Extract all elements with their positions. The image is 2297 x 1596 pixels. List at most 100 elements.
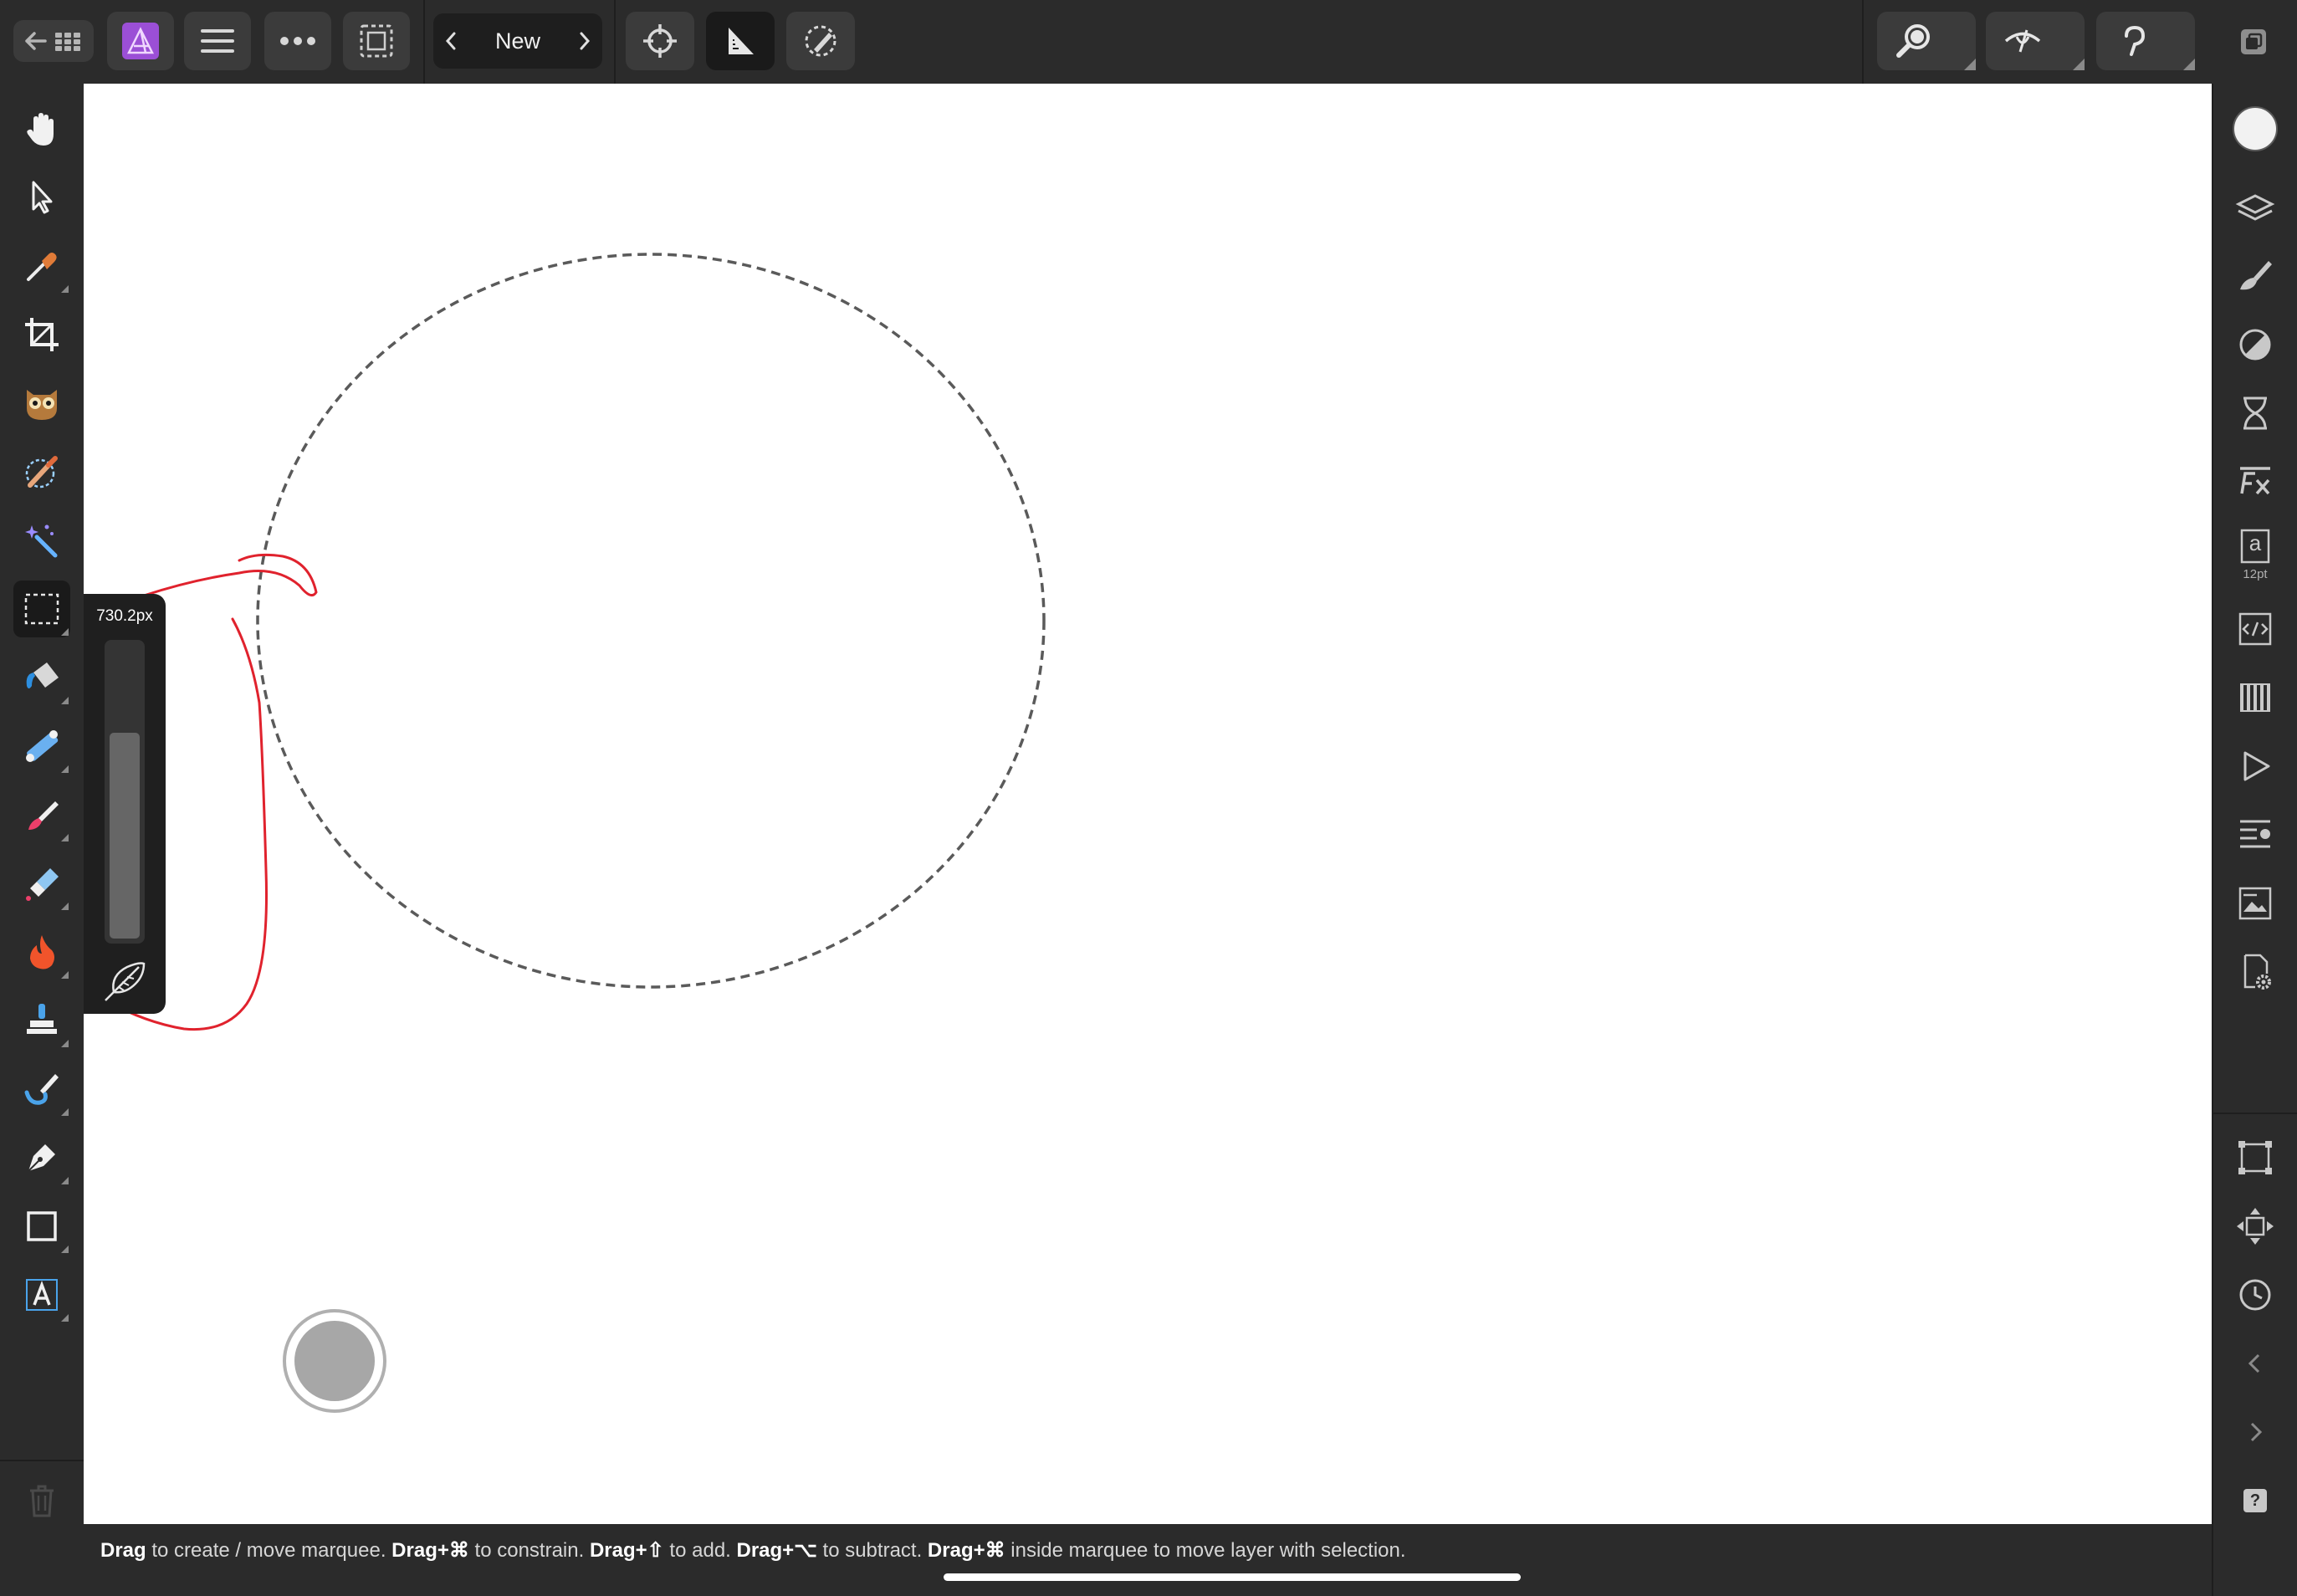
flood-fill-tool[interactable]: [13, 649, 70, 706]
back-grid-icon: [25, 32, 80, 51]
snippets-panel-button[interactable]: [2232, 606, 2279, 652]
flame-icon: [30, 935, 54, 969]
history-clock-button[interactable]: [2232, 1271, 2279, 1318]
hand-icon: [27, 113, 54, 146]
image-stack-icon: [2238, 887, 2272, 920]
channels-panel-button[interactable]: [2232, 674, 2279, 721]
modifier-button-knob: [294, 1321, 375, 1401]
navigator-button[interactable]: [2232, 1203, 2279, 1250]
mask-brush-icon: [805, 25, 836, 57]
text-size-label: 12pt: [2243, 567, 2268, 581]
fx-panel-button[interactable]: [2232, 458, 2279, 505]
quick-mask-button[interactable]: [786, 12, 855, 70]
smudge-tool[interactable]: [13, 1061, 70, 1118]
snapping-button[interactable]: [626, 12, 694, 70]
zoom-button[interactable]: [1877, 12, 1976, 70]
document-canvas[interactable]: [84, 84, 2212, 1524]
persona-button[interactable]: [107, 12, 174, 70]
rectangle-tool[interactable]: [13, 1198, 70, 1255]
marquee-tool[interactable]: [13, 581, 70, 637]
selection-mode-button[interactable]: [343, 12, 410, 70]
view-mode-button[interactable]: [1986, 12, 2085, 70]
ellipsis-icon: [280, 37, 315, 45]
status-key: Drag+⇧: [589, 1539, 664, 1562]
channels-icon: [2240, 683, 2270, 712]
help-button[interactable]: ?: [2232, 1477, 2279, 1524]
back-to-documents-button[interactable]: [13, 20, 94, 62]
paintbrush-icon: [28, 801, 59, 830]
magic-wand-tool[interactable]: [13, 512, 70, 569]
chevron-left-icon[interactable]: [445, 32, 457, 50]
paint-brush-tool[interactable]: [13, 786, 70, 843]
eye-icon: [2004, 29, 2041, 53]
styles-panel-button[interactable]: [2232, 811, 2279, 858]
burn-tool[interactable]: [13, 923, 70, 980]
document-navigator: New: [433, 13, 602, 69]
help-glyph: ?: [2249, 1491, 2261, 1510]
tools-divider: [0, 1460, 84, 1461]
owl-icon: [27, 390, 57, 420]
brushes-panel-button[interactable]: [2232, 253, 2279, 299]
previous-button[interactable]: [2232, 1340, 2279, 1387]
layers-panel-button[interactable]: [2232, 184, 2279, 231]
color-well[interactable]: [2232, 105, 2279, 152]
chevron-right-icon: [2250, 1422, 2263, 1442]
feather-popup: 730.2px: [84, 594, 166, 1014]
color-picker-tool[interactable]: [13, 238, 70, 294]
status-key: Drag+⌥: [736, 1539, 817, 1562]
feather-icon: [105, 962, 146, 1001]
magnifier-icon: [1896, 24, 1930, 58]
home-indicator[interactable]: [944, 1573, 1521, 1581]
crop-icon: [25, 318, 59, 351]
adjustments-panel-button[interactable]: [2232, 321, 2279, 368]
window-icon: [2241, 29, 2266, 54]
history-panel-button[interactable]: [2232, 390, 2279, 437]
delete-button[interactable]: [13, 1472, 70, 1529]
clock-icon: [2239, 1279, 2271, 1311]
next-button[interactable]: [2232, 1409, 2279, 1455]
status-text: to constrain.: [468, 1539, 590, 1562]
more-menu-button[interactable]: [264, 12, 331, 70]
paint-bucket-icon: [26, 662, 59, 688]
crosshair-icon: [643, 24, 677, 58]
top-toolbar: New: [0, 0, 2297, 84]
artistic-text-tool[interactable]: [13, 1266, 70, 1323]
chevron-right-icon[interactable]: [579, 32, 591, 50]
text-styles-button[interactable]: a 12pt: [2232, 527, 2279, 586]
undo-redo-button[interactable]: [2096, 12, 2195, 70]
macros-panel-button[interactable]: [2232, 743, 2279, 790]
status-key: Drag+⌘: [391, 1539, 469, 1562]
clone-tool[interactable]: [13, 992, 70, 1049]
fullscreen-button[interactable]: [2238, 27, 2269, 57]
chevron-left-icon: [2248, 1353, 2260, 1373]
fx-icon: [2240, 467, 2270, 495]
smudge-brush-icon: [24, 1074, 59, 1105]
pen-tool[interactable]: [13, 1129, 70, 1186]
modifier-button[interactable]: [283, 1309, 386, 1413]
selection-brush-tool[interactable]: [13, 443, 70, 500]
crop-tool[interactable]: [13, 306, 70, 363]
stamp-icon: [27, 1004, 57, 1034]
feather-slider-fill: [110, 733, 140, 939]
pen-nib-icon: [28, 1144, 55, 1172]
marquee-selection[interactable]: [256, 253, 1046, 989]
layers-icon: [2235, 194, 2275, 221]
transform-panel-button[interactable]: [2232, 1134, 2279, 1181]
stock-panel-button[interactable]: [2232, 880, 2279, 927]
view-tool[interactable]: [13, 100, 70, 157]
move-tool[interactable]: [13, 169, 70, 226]
gradient-tool[interactable]: [13, 718, 70, 775]
document-menu-button[interactable]: [184, 12, 251, 70]
document-settings-button[interactable]: [2232, 949, 2279, 995]
status-text: to add.: [663, 1539, 737, 1562]
gradient-icon: [26, 730, 59, 762]
magic-wand-icon: [25, 524, 58, 558]
styles-icon: [2240, 820, 2270, 848]
erase-brush-tool[interactable]: [13, 855, 70, 912]
levels-button[interactable]: [706, 12, 775, 70]
red-eye-tool[interactable]: [13, 375, 70, 432]
document-gear-icon: [2243, 954, 2271, 990]
document-name[interactable]: New: [467, 13, 569, 69]
feather-slider[interactable]: [105, 640, 145, 944]
color-circle-icon: [2233, 106, 2278, 151]
